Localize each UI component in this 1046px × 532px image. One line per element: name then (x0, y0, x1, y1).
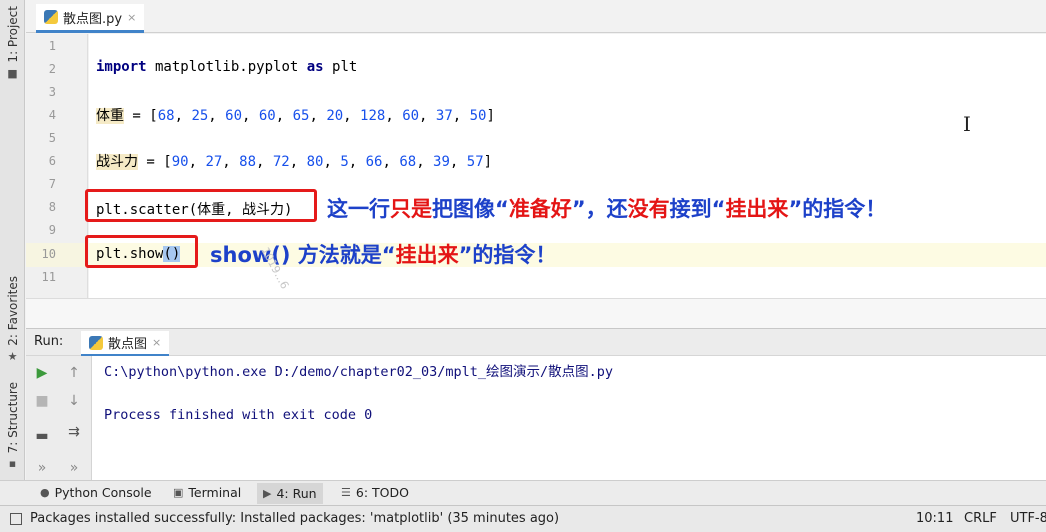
more-icon[interactable]: » (30, 456, 54, 480)
project-tool-label: 1: Project (5, 6, 20, 63)
folder-icon: ■ (7, 66, 18, 80)
line-number: 11 (41, 270, 56, 284)
code-line-2: import matplotlib.pyplot as plt (96, 59, 357, 75)
todo-icon: ☰ (341, 486, 351, 499)
editor-tab-label: 散点图.py (63, 11, 123, 27)
scatter-highlight-box (85, 189, 317, 222)
status-message[interactable]: Packages installed successfully: Install… (30, 511, 559, 526)
editor-file-tab[interactable]: 散点图.py × (36, 4, 145, 33)
favorites-tool-label: 2: Favorites (5, 276, 20, 346)
python-console-tab[interactable]: ● Python Console (40, 485, 152, 500)
status-bar: Packages installed successfully: Install… (0, 505, 1046, 532)
run-icon: ▶ (263, 487, 272, 500)
line-number: 6 (48, 154, 56, 168)
close-tab-icon[interactable]: × (127, 11, 136, 24)
scatter-annotation: 这一行只是把图像“准备好”，还没有接到“挂出来”的指令！ (327, 197, 887, 221)
console-line: Process finished with exit code 0 (104, 407, 373, 423)
python-file-icon: ● (40, 486, 50, 499)
python-file-icon (89, 335, 103, 350)
editor-bottom-area (26, 298, 1046, 328)
code-text: plt (323, 59, 358, 75)
line-number: 8 (48, 200, 56, 214)
terminal-tab[interactable]: ▣ Terminal (173, 485, 241, 500)
star-icon: ★ (7, 349, 18, 363)
line-number: 7 (48, 177, 56, 191)
line-number: 4 (48, 108, 56, 122)
keyword: as (306, 59, 324, 75)
variable-name: 战斗力 (96, 154, 138, 170)
line-separator[interactable]: CRLF (964, 511, 997, 526)
show-highlight-box (85, 235, 198, 268)
stop-icon[interactable]: ■ (30, 389, 54, 413)
keyword: import (96, 59, 147, 75)
run-panel-title: Run: (34, 334, 64, 349)
project-tool-tab[interactable]: 1: Project ■ (0, 6, 25, 80)
soft-wrap-icon[interactable]: ⇉ (62, 420, 86, 444)
run-icon[interactable]: ▶ (30, 361, 54, 385)
line-number: 10 (41, 247, 56, 261)
line-number: 5 (48, 131, 56, 145)
file-encoding[interactable]: UTF-8 (1010, 511, 1046, 526)
close-run-tab-icon[interactable]: × (152, 336, 161, 349)
python-file-icon (44, 10, 58, 24)
editor-tab-bar: 散点图.py × (26, 0, 1046, 33)
run-panel-header: Run: 散点图 × (26, 328, 1046, 357)
structure-icon: ▪ (8, 457, 17, 471)
variable-name: 体重 (96, 108, 124, 124)
mouse-text-cursor-icon: I (963, 112, 971, 136)
line-number: 2 (48, 62, 56, 76)
run-tab-label: 散点图 (108, 337, 148, 352)
todo-tab[interactable]: ☰ 6: TODO (341, 485, 409, 500)
terminal-icon: ▣ (173, 486, 184, 499)
bottom-tool-tabs: ● Python Console ▣ Terminal ▶ 4: Run ☰ 6… (0, 480, 1046, 505)
code-line-4: 体重 = [68, 25, 60, 60, 65, 20, 128, 60, 3… (96, 108, 495, 124)
run-tool-tab[interactable]: ▶ 4: Run (257, 483, 323, 504)
up-arrow-icon[interactable]: ↑ (62, 361, 86, 385)
structure-tool-label: 7: Structure (5, 382, 20, 454)
run-console[interactable]: C:\python\python.exe D:/demo/chapter02_0… (92, 356, 1046, 480)
layout-icon[interactable]: ▬ (30, 424, 54, 448)
code-text: matplotlib.pyplot (146, 59, 307, 75)
favorites-tool-tab[interactable]: 2: Favorites ★ (0, 276, 25, 363)
code-line-6: 战斗力 = [90, 27, 88, 72, 80, 5, 66, 68, 39… (96, 154, 493, 170)
line-number: 3 (48, 85, 56, 99)
line-number: 1 (48, 39, 56, 53)
left-tool-stripe: 1: Project ■ 2: Favorites ★ 7: Structure… (0, 0, 25, 505)
structure-tool-tab[interactable]: 7: Structure ▪ (0, 382, 25, 470)
run-config-tab[interactable]: 散点图 × (81, 331, 170, 357)
cursor-position[interactable]: 10:11 (916, 511, 953, 526)
console-line: C:\python\python.exe D:/demo/chapter02_0… (104, 364, 614, 380)
more-icon[interactable]: » (62, 456, 86, 480)
down-arrow-icon[interactable]: ↓ (62, 389, 86, 413)
event-log-icon[interactable] (10, 513, 22, 525)
run-toolbar: ▶ ↑ ■ ↓ ▬ ⇉ » » (26, 356, 92, 480)
line-number: 9 (48, 223, 56, 237)
line-number-gutter: 1 2 3 4 5 6 7 8 9 10 11 (26, 34, 88, 298)
